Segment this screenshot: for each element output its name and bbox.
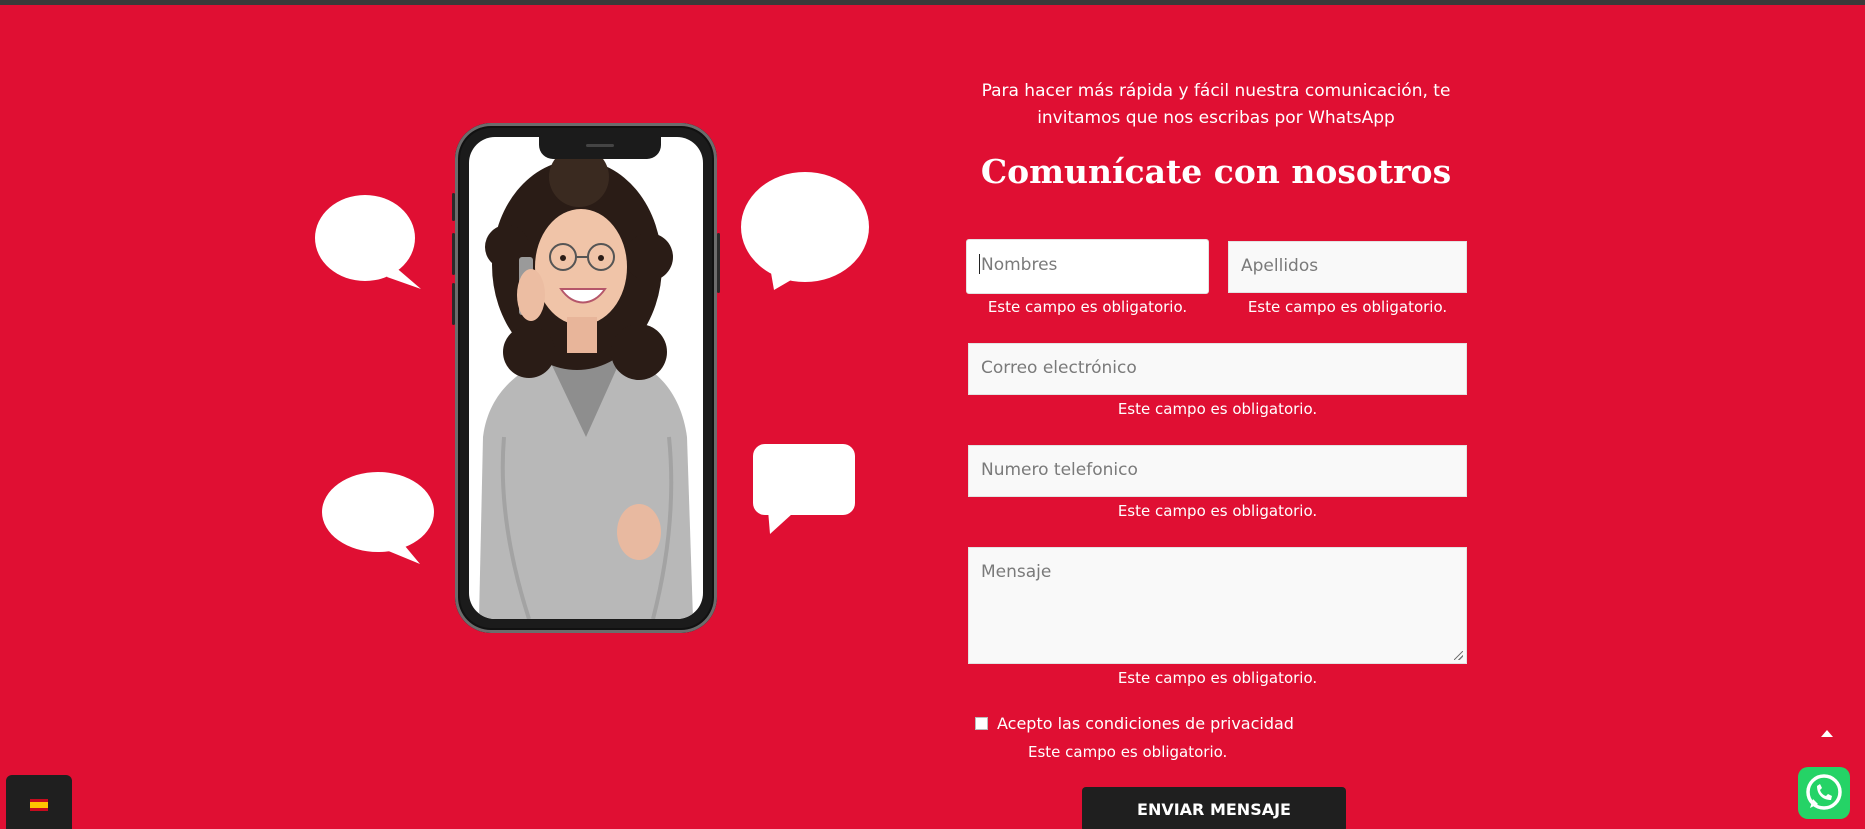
arrow-up-icon[interactable] bbox=[1816, 722, 1838, 744]
first-name-placeholder: Nombres bbox=[981, 255, 1058, 275]
whatsapp-icon bbox=[1806, 774, 1842, 810]
email-placeholder: Correo electrónico bbox=[981, 358, 1137, 378]
intro-line-2: invitamos que nos escribas por WhatsApp bbox=[1037, 108, 1395, 128]
last-name-error: Este campo es obligatorio. bbox=[1247, 298, 1448, 316]
spain-flag-icon bbox=[30, 799, 48, 811]
woman-on-phone-image bbox=[479, 147, 693, 619]
phone-notch bbox=[539, 137, 661, 159]
intro-text: Para hacer más rápida y fácil nuestra co… bbox=[955, 78, 1477, 132]
intro-line-1: Para hacer más rápida y fácil nuestra co… bbox=[981, 81, 1451, 101]
language-switcher[interactable] bbox=[6, 775, 72, 829]
privacy-label[interactable]: Acepto las condiciones de privacidad bbox=[997, 714, 1294, 733]
email-field[interactable]: Correo electrónico bbox=[968, 343, 1467, 395]
speech-bubble-icon bbox=[322, 472, 434, 564]
phone-mockup bbox=[452, 123, 720, 633]
privacy-error: Este campo es obligatorio. bbox=[1028, 743, 1228, 761]
resize-handle[interactable] bbox=[1454, 651, 1463, 660]
last-name-placeholder: Apellidos bbox=[1241, 256, 1319, 276]
last-name-field[interactable]: Apellidos bbox=[1228, 241, 1467, 293]
first-name-error: Este campo es obligatorio. bbox=[987, 298, 1188, 316]
phone-error: Este campo es obligatorio. bbox=[1117, 502, 1318, 520]
message-error: Este campo es obligatorio. bbox=[1117, 669, 1318, 687]
hero-illustration bbox=[300, 110, 880, 650]
first-name-field[interactable]: Nombres bbox=[966, 239, 1209, 294]
contact-heading: Comunícate con nosotros bbox=[980, 152, 1452, 191]
submit-button[interactable]: ENVIAR MENSAJE bbox=[1082, 787, 1346, 829]
whatsapp-button[interactable] bbox=[1798, 767, 1850, 819]
phone-field[interactable]: Numero telefonico bbox=[968, 445, 1467, 497]
speech-bubble-icon bbox=[315, 195, 421, 289]
speech-bubble-icon bbox=[753, 444, 855, 534]
message-placeholder: Mensaje bbox=[981, 562, 1052, 582]
speech-bubble-icon bbox=[741, 172, 869, 290]
text-caret bbox=[979, 254, 980, 274]
phone-screen bbox=[469, 137, 703, 619]
privacy-checkbox[interactable] bbox=[975, 717, 988, 730]
phone-placeholder: Numero telefonico bbox=[981, 460, 1138, 480]
message-field[interactable]: Mensaje bbox=[968, 547, 1467, 664]
top-strip bbox=[0, 0, 1865, 5]
email-error: Este campo es obligatorio. bbox=[1117, 400, 1318, 418]
